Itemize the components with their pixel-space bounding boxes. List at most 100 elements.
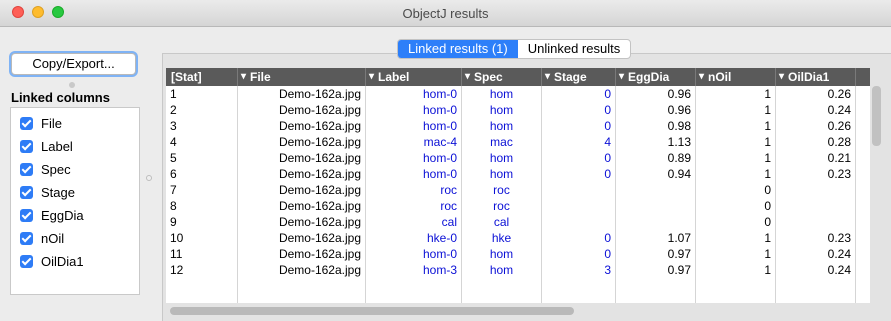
column-header[interactable]: Stage [542,68,616,86]
linked-column-label: OilDia1 [41,253,84,269]
tab-unlinked-results[interactable]: Unlinked results [518,40,630,58]
table-cell: hom-0 [366,102,462,118]
sort-arrow-icon[interactable]: ▾ [241,68,246,86]
table-cell: roc [462,182,542,198]
table-cell: 0.98 [616,118,696,134]
table-row[interactable]: 7 Demo-162a.jpg roc roc 0 [166,182,870,198]
linked-column-item[interactable]: Spec [20,160,71,178]
table-cell: 0.23 [776,166,856,182]
table-cell: 3 [542,262,616,278]
table-cell [776,198,856,214]
column-header[interactable]: nOil [696,68,776,86]
table-cell: Demo-162a.jpg [238,166,366,182]
table-cell [776,214,856,230]
table-cell: 0 [542,150,616,166]
table-cell: Demo-162a.jpg [238,262,366,278]
linked-column-item[interactable]: File [20,114,62,132]
vertical-scrollbar[interactable] [872,86,881,146]
checkbox-checked-icon[interactable] [20,139,33,153]
table-cell: hom [462,118,542,134]
checkbox-checked-icon[interactable] [20,208,33,222]
checkbox-checked-icon[interactable] [20,116,33,130]
sort-arrow-icon[interactable]: ▾ [619,68,624,86]
table-cell [776,294,856,303]
table-cell: 3 [166,118,238,134]
table-cell: 0.28 [776,134,856,150]
table-cell: 2 [166,102,238,118]
table-cell: 0.26 [776,86,856,102]
table-cell: hom-0 [366,86,462,102]
linked-column-label: Spec [41,161,71,177]
linked-column-item[interactable]: nOil [20,229,64,247]
column-header[interactable]: OilDia1 [776,68,856,86]
table-row[interactable]: 10 Demo-162a.jpg hke-0 hke 0 1.07 1 0.23 [166,230,870,246]
table-row[interactable]: 4 Demo-162a.jpg mac-4 mac 4 1.13 1 0.28 [166,134,870,150]
table-cell [542,278,616,294]
empty-row [166,278,870,294]
table-row[interactable]: 11 Demo-162a.jpg hom-0 hom 0 0.97 1 0.24 [166,246,870,262]
table-cell: Demo-162a.jpg [238,118,366,134]
table-cell: Demo-162a.jpg [238,214,366,230]
table-cell: hke-0 [366,230,462,246]
linked-columns-title: Linked columns [11,90,110,105]
table-cell: cal [462,214,542,230]
table-cell [776,278,856,294]
table-row[interactable]: 1 Demo-162a.jpg hom-0 hom 0 0.96 1 0.26 [166,86,870,102]
sort-arrow-icon[interactable]: ▾ [369,68,374,86]
table-cell: hom [462,246,542,262]
table-cell: 0 [542,102,616,118]
table-row[interactable]: 9 Demo-162a.jpg cal cal 0 [166,214,870,230]
table-cell: 0 [542,118,616,134]
table-cell: 5 [166,150,238,166]
table-row[interactable]: 3 Demo-162a.jpg hom-0 hom 0 0.98 1 0.26 [166,118,870,134]
table-cell: 11 [166,246,238,262]
table-cell: 1.07 [616,230,696,246]
table-header: [Stat] File ▾ Label ▾ Spec ▾ Stage ▾ EggDia ▾ nOil ▾… [166,68,870,86]
sort-arrow-icon[interactable]: ▾ [465,68,470,86]
table-row[interactable]: 8 Demo-162a.jpg roc roc 0 [166,198,870,214]
table-cell [366,294,462,303]
checkbox-checked-icon[interactable] [20,185,33,199]
linked-column-item[interactable]: Label [20,137,73,155]
sort-arrow-icon[interactable]: ▾ [779,68,784,86]
linked-column-label: File [41,115,62,131]
table-cell: 1 [696,134,776,150]
table-row[interactable]: 12 Demo-162a.jpg hom-3 hom 3 0.97 1 0.24 [166,262,870,278]
tab-linked-results[interactable]: Linked results (1) [398,40,518,58]
linked-column-item[interactable]: Stage [20,183,75,201]
column-header[interactable]: Spec [462,68,542,86]
results-tabs: Linked results (1) Unlinked results [397,39,632,59]
table-cell: 0 [696,214,776,230]
column-header[interactable]: Label [366,68,462,86]
table-cell [616,182,696,198]
table-cell: 0 [696,198,776,214]
copy-export-button[interactable]: Copy/Export... [11,53,136,75]
horizontal-scrollbar[interactable] [170,307,574,315]
sort-arrow-icon[interactable]: ▾ [699,68,704,86]
table-cell: 4 [166,134,238,150]
table-cell [542,182,616,198]
checkbox-checked-icon[interactable] [20,231,33,245]
table-cell: hom [462,262,542,278]
table-cell: 1 [166,86,238,102]
checkbox-checked-icon[interactable] [20,162,33,176]
table-cell: 0 [542,230,616,246]
table-cell: mac [462,134,542,150]
table-cell: hke [462,230,542,246]
linked-column-item[interactable]: OilDia1 [20,252,84,270]
drag-handle-icon[interactable] [69,82,75,88]
table-row[interactable]: 2 Demo-162a.jpg hom-0 hom 0 0.96 1 0.24 [166,102,870,118]
table-cell: hom-0 [366,246,462,262]
table-row[interactable]: 5 Demo-162a.jpg hom-0 hom 0 0.89 1 0.21 [166,150,870,166]
checkbox-checked-icon[interactable] [20,254,33,268]
table-cell: hom-0 [366,150,462,166]
sort-arrow-icon[interactable]: ▾ [545,68,550,86]
split-pane-handle-icon[interactable] [146,175,152,181]
table-cell: 1 [696,150,776,166]
column-header[interactable]: [Stat] [166,68,238,86]
linked-column-item[interactable]: EggDia [20,206,84,224]
column-header[interactable]: File [238,68,366,86]
table-row[interactable]: 6 Demo-162a.jpg hom-0 hom 0 0.94 1 0.23 [166,166,870,182]
table-cell: Demo-162a.jpg [238,230,366,246]
column-header[interactable]: EggDia [616,68,696,86]
